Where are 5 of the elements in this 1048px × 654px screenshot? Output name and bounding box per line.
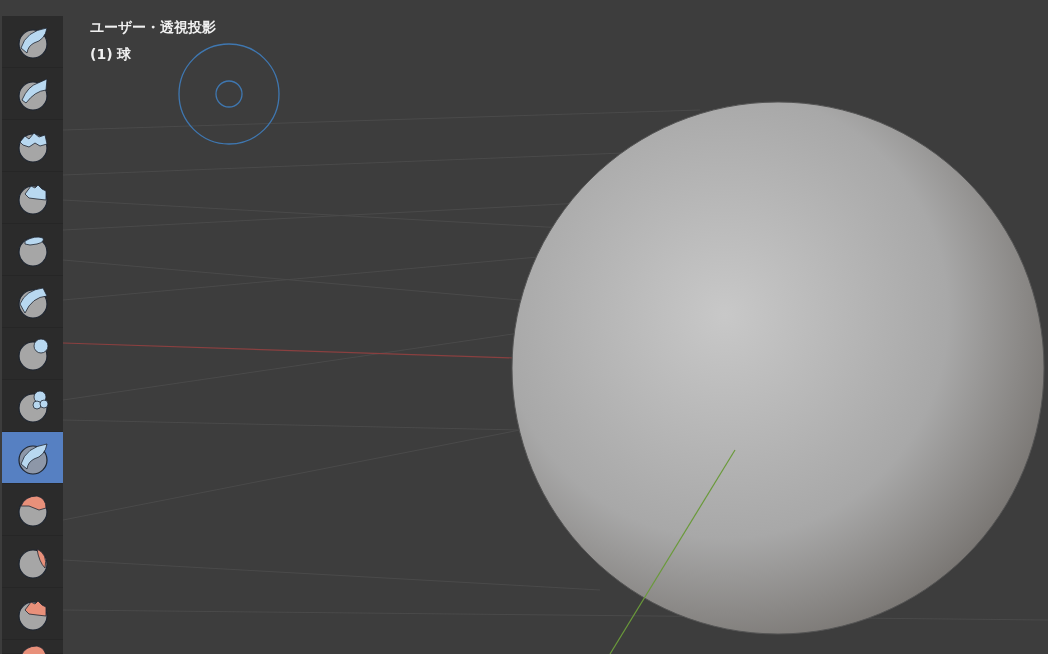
sculpt-tool-button[interactable] (2, 432, 63, 484)
object-label: (1) 球 (90, 47, 132, 61)
navigation-gizmo-icon (178, 43, 280, 145)
sculpt-tool-button[interactable] (2, 16, 63, 68)
view-label: ユーザー・透視投影 (90, 20, 216, 34)
